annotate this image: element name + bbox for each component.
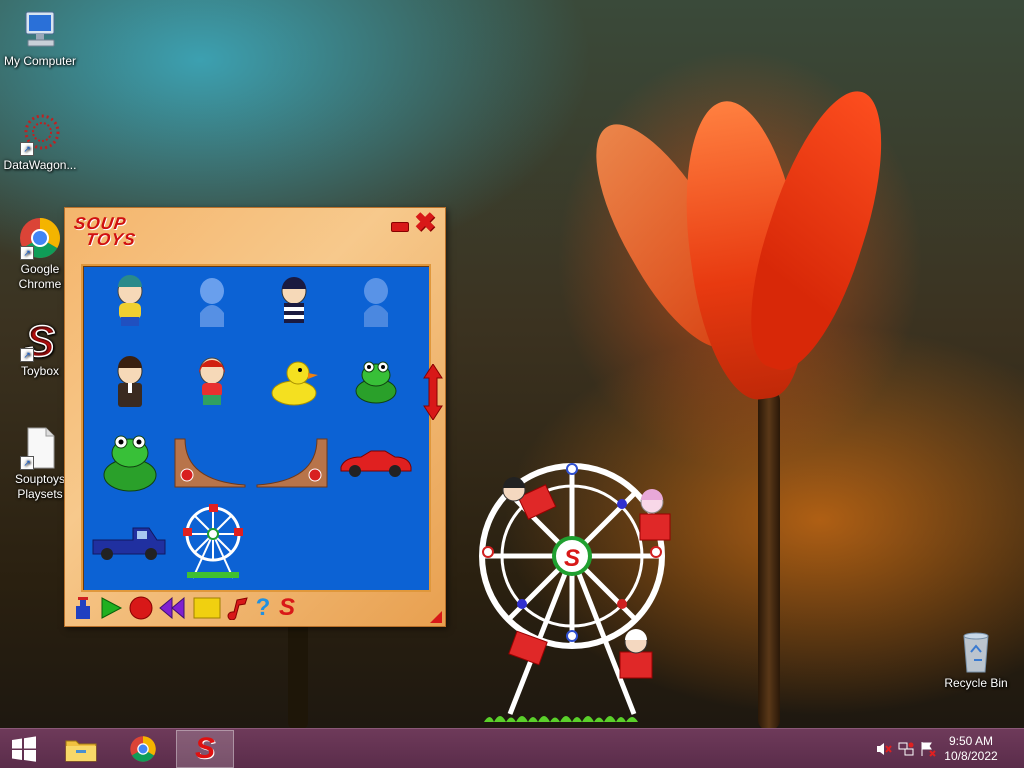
toy-blue-pickup-truck[interactable] bbox=[89, 512, 169, 572]
shortcut-arrow-icon: ↗ bbox=[20, 142, 34, 156]
play-icon[interactable] bbox=[99, 596, 123, 620]
soup-s-icon: S bbox=[194, 732, 215, 765]
toy-ferris-wheel[interactable] bbox=[175, 502, 251, 582]
volume-muted-icon[interactable] bbox=[876, 741, 892, 757]
resize-grip[interactable] bbox=[430, 611, 442, 623]
clock-date: 10/8/2022 bbox=[944, 749, 998, 763]
action-center-flag-icon[interactable] bbox=[920, 741, 936, 757]
network-icon[interactable] bbox=[898, 741, 914, 757]
start-button[interactable] bbox=[0, 730, 48, 768]
desktop-icon-label: Toybox bbox=[20, 364, 60, 378]
soup-s-icon[interactable]: S bbox=[275, 596, 299, 620]
rewind-icon[interactable] bbox=[159, 596, 185, 620]
ferris-hub-label: S bbox=[564, 545, 580, 572]
stop-icon[interactable] bbox=[193, 596, 221, 620]
toybox-window[interactable]: SOUP TOYS ✖ ? S bbox=[64, 207, 446, 627]
stamp-icon[interactable] bbox=[71, 596, 95, 620]
recycle-bin-icon bbox=[954, 630, 998, 674]
taskbar-toybox[interactable]: S bbox=[176, 730, 234, 768]
taskbar-file-explorer[interactable] bbox=[52, 730, 110, 768]
desktop-icon-label: Souptoys Playsets bbox=[14, 472, 66, 501]
toy-soup-kid-yellow[interactable] bbox=[95, 272, 165, 332]
computer-icon bbox=[18, 8, 62, 52]
close-button[interactable]: ✖ bbox=[413, 209, 437, 235]
toy-frog-large[interactable] bbox=[95, 432, 165, 492]
desktop-icon-label: DataWagon... bbox=[3, 158, 77, 172]
desktop-icon-label: Google Chrome bbox=[18, 262, 62, 291]
toy-soup-kid-redhead[interactable] bbox=[177, 352, 247, 412]
desktop-icon-label: Recycle Bin bbox=[944, 676, 1008, 690]
toy-soup-kid-suit[interactable] bbox=[95, 352, 165, 412]
minimize-button[interactable] bbox=[391, 222, 409, 232]
toy-soup-kid-ghost-2[interactable] bbox=[341, 272, 411, 332]
chrome-icon: ↗ bbox=[18, 216, 62, 260]
record-icon[interactable] bbox=[129, 596, 153, 620]
folder-icon bbox=[65, 740, 97, 762]
clock[interactable]: 9:50 AM 10/8/2022 bbox=[940, 734, 1002, 764]
soup-s-icon: S ↗ bbox=[18, 316, 62, 367]
toy-frog-small[interactable] bbox=[341, 352, 411, 412]
system-tray: 9:50 AM 10/8/2022 bbox=[864, 729, 1024, 768]
document-icon: ↗ bbox=[18, 426, 62, 470]
taskbar-google-chrome[interactable] bbox=[114, 730, 172, 768]
taskbar: S 9:50 AM 10/8/2022 bbox=[0, 728, 1024, 768]
desktop-icon-my-computer[interactable]: My Computer bbox=[0, 8, 80, 69]
music-note-icon[interactable] bbox=[227, 596, 251, 621]
desktop: My Computer ↗ DataWagon... ↗ Google Chro… bbox=[0, 0, 1024, 728]
toy-soup-kid-ghost-1[interactable] bbox=[177, 272, 247, 332]
desktop-icon-label: My Computer bbox=[3, 54, 77, 68]
desktop-icon-datawagon[interactable]: ↗ DataWagon... bbox=[0, 112, 80, 173]
clock-time: 9:50 AM bbox=[948, 734, 994, 748]
toybox-toolbar: ? S bbox=[71, 594, 371, 622]
tulip-stem bbox=[758, 390, 780, 728]
toy-shelf bbox=[81, 264, 431, 592]
toy-soup-kid-striped[interactable] bbox=[259, 272, 329, 332]
scroll-arrows-button[interactable] bbox=[423, 363, 443, 421]
soup-toys-logo: SOUP TOYS bbox=[71, 214, 139, 249]
toy-rubber-duck[interactable] bbox=[259, 352, 329, 412]
toy-red-sports-car[interactable] bbox=[335, 432, 415, 492]
help-icon[interactable]: ? bbox=[251, 596, 275, 620]
background-stem bbox=[288, 620, 308, 728]
windows-icon bbox=[12, 736, 36, 762]
datawagon-icon: ↗ bbox=[18, 112, 62, 156]
toy-ramp-left[interactable] bbox=[171, 432, 249, 492]
logo-line-2: TOYS bbox=[84, 230, 138, 249]
chrome-icon bbox=[130, 736, 156, 762]
shortcut-arrow-icon: ↗ bbox=[20, 456, 34, 470]
desktop-icon-recycle-bin[interactable]: Recycle Bin bbox=[936, 630, 1016, 691]
shortcut-arrow-icon: ↗ bbox=[20, 246, 34, 260]
toy-ramp-right[interactable] bbox=[253, 432, 331, 492]
ferris-wheel-toy[interactable]: S bbox=[470, 456, 680, 726]
shortcut-arrow-icon: ↗ bbox=[20, 348, 34, 362]
